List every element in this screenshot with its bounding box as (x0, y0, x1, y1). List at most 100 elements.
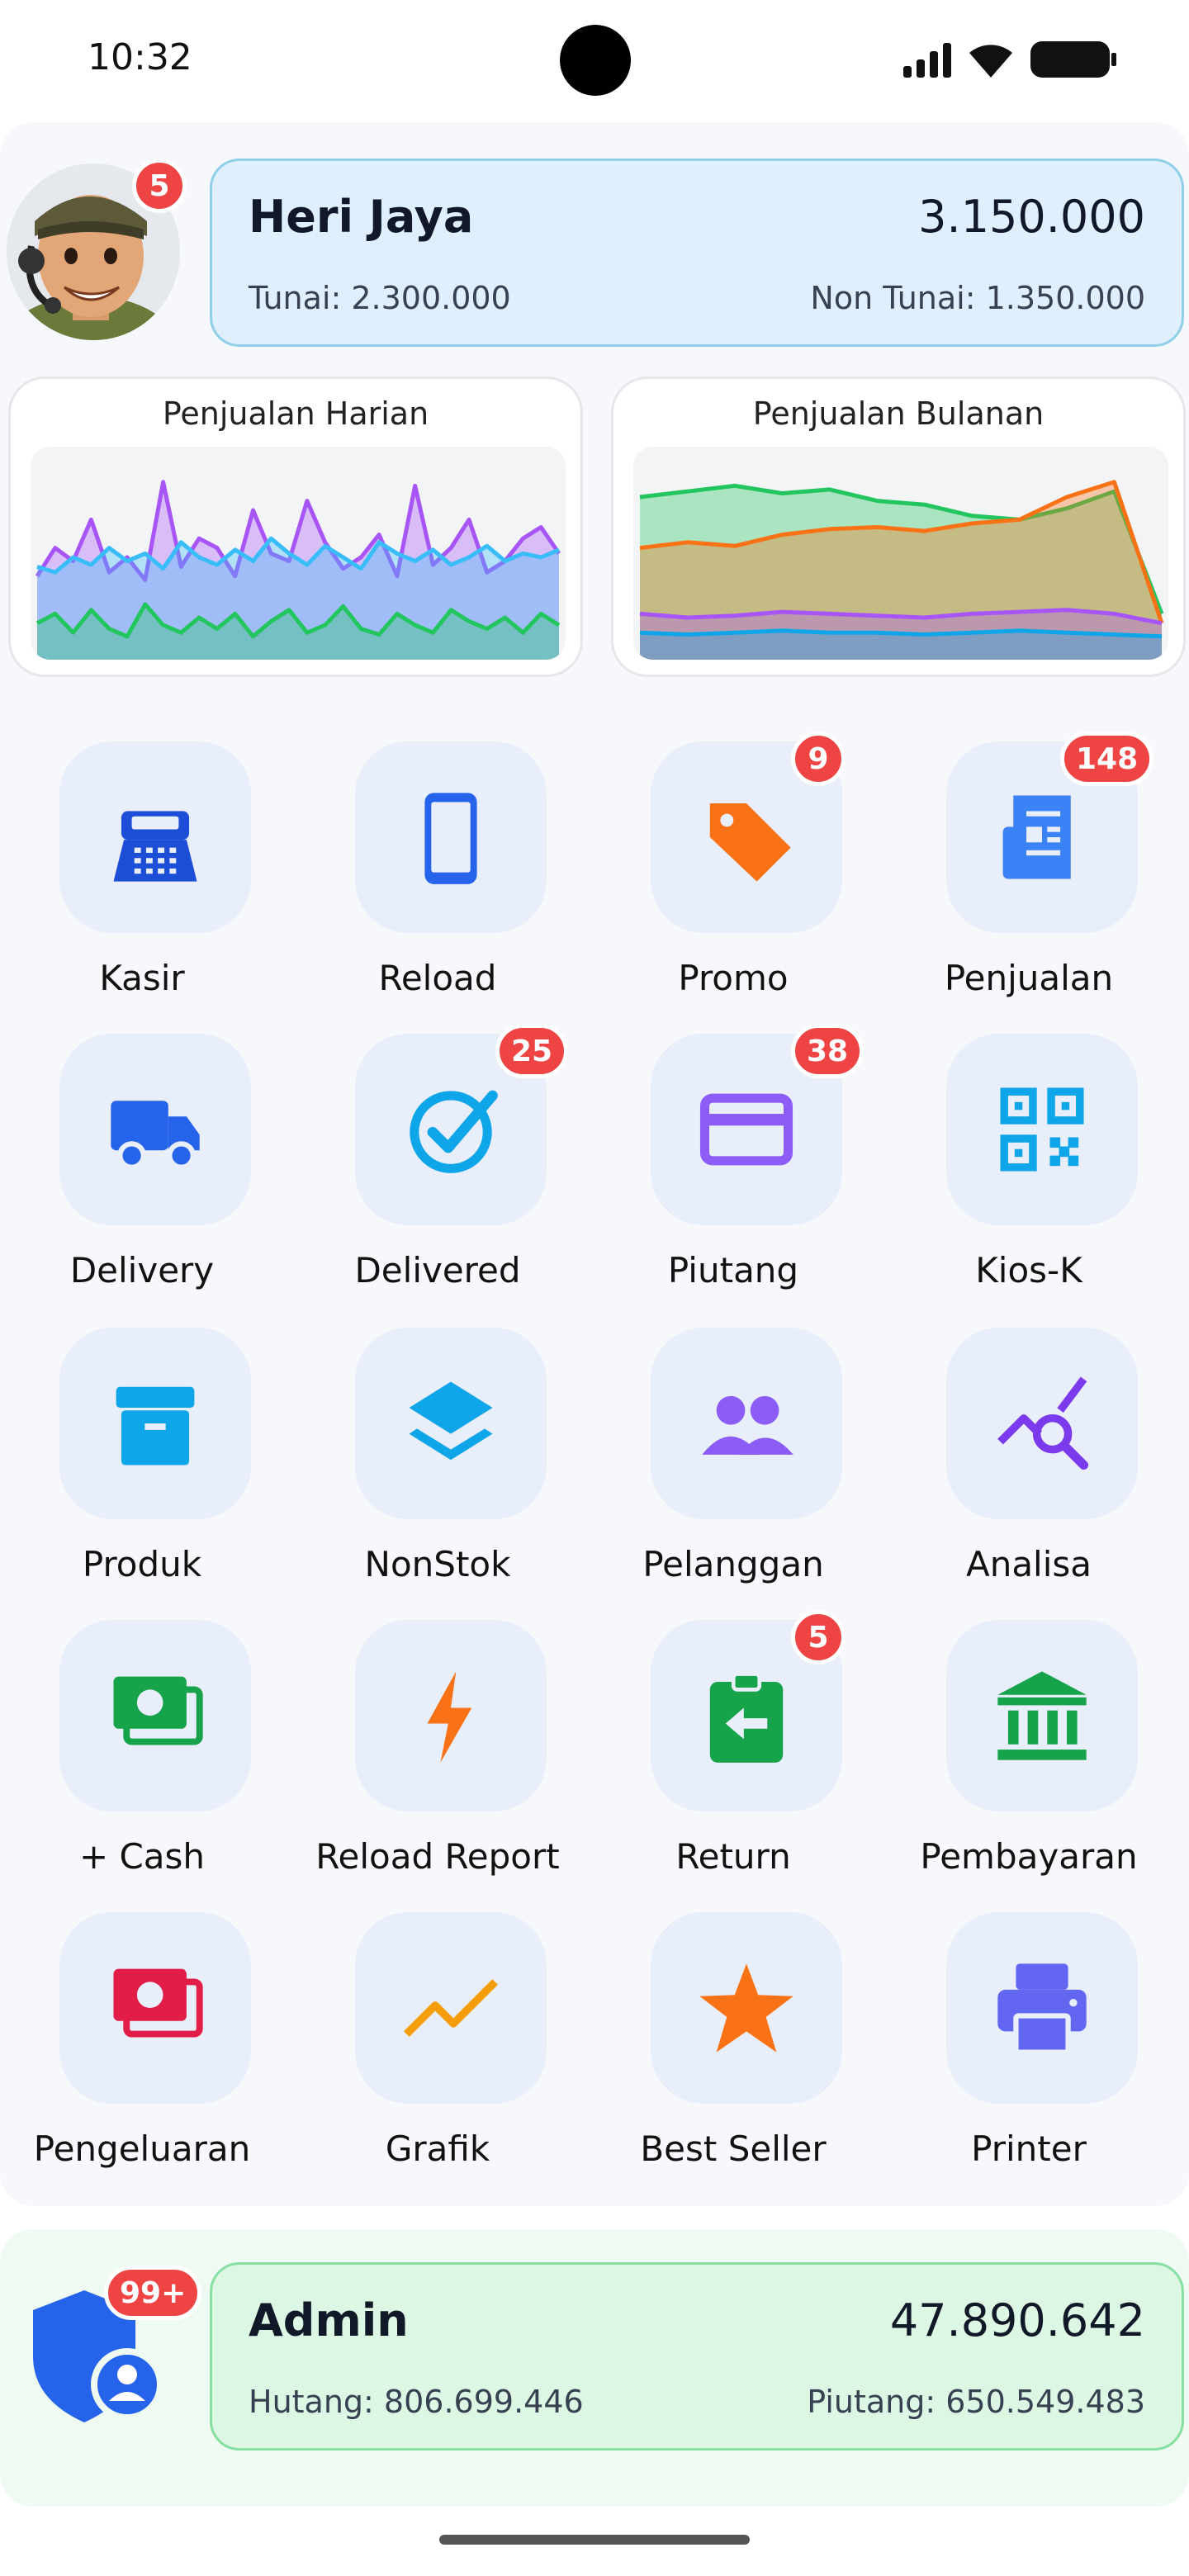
monthly-chart-svg (639, 480, 1164, 660)
battery-icon (1030, 41, 1116, 78)
user-non-tunai: Non Tunai: 1.350.000 (810, 280, 1145, 316)
archive-box-icon (116, 1386, 195, 1466)
bank-icon (997, 1671, 1087, 1760)
status-icons (903, 40, 1116, 79)
menu-item-kasir[interactable]: Kasir (2, 741, 282, 1006)
menu-tile[interactable] (59, 741, 251, 933)
menu-tile[interactable] (946, 1328, 1138, 1519)
monthly-sales-chart[interactable]: Penjualan Bulanan (611, 376, 1186, 677)
menu-label: Delivery (69, 1250, 215, 1290)
user-tunai: Tunai: 2.300.000 (249, 280, 511, 316)
menu-item-printer[interactable]: Printer (888, 1912, 1169, 2176)
menu-item-produk[interactable]: Produk (2, 1328, 282, 1592)
menu-tile[interactable] (946, 1034, 1138, 1225)
menu-item-delivery[interactable]: Delivery (2, 1034, 282, 1298)
credit-card-icon (699, 1093, 793, 1166)
printer-icon (997, 1963, 1087, 2055)
admin-shield-icon[interactable]: 99+ (25, 2266, 202, 2431)
admin-notification-badge: 99+ (104, 2266, 202, 2320)
menu-label: Pembayaran (920, 1836, 1138, 1877)
menu-tile[interactable] (59, 1912, 251, 2104)
layers-icon (409, 1381, 493, 1461)
menu-label: Best Seller (640, 2129, 827, 2169)
menu-label: Piutang (667, 1250, 799, 1290)
menu-label: Kasir (99, 958, 185, 998)
cash-register-icon (113, 811, 197, 882)
menu-tile[interactable] (355, 741, 547, 933)
admin-summary-card[interactable]: Admin 47.890.642 Hutang: 806.699.446 Piu… (210, 2262, 1184, 2451)
menu-item-best-seller[interactable]: Best Seller (593, 1912, 874, 2176)
money-icon (113, 1676, 203, 1745)
menu-item-delivered[interactable]: Delivered 25 (297, 1024, 578, 1298)
menu-item-reload[interactable]: Reload (297, 741, 578, 1006)
wifi-icon (969, 45, 1012, 78)
menu-item-cash[interactable]: + Cash (2, 1620, 282, 1884)
signal-icon (903, 41, 951, 78)
menu-label: Analisa (965, 1544, 1092, 1584)
menu-item-analisa[interactable]: Analisa (888, 1328, 1169, 1592)
qr-code-icon (1000, 1087, 1084, 1172)
menu-label: Pengeluaran (33, 2129, 251, 2169)
user-name: Heri Jaya (249, 191, 474, 243)
menu-item-pembayaran[interactable]: Pembayaran (888, 1620, 1169, 1884)
user-notification-badge: 5 (132, 159, 187, 213)
menu-tile[interactable] (59, 1620, 251, 1811)
monthly-chart-title: Penjualan Bulanan (752, 395, 1045, 432)
menu-item-pengeluaran[interactable]: Pengeluaran (2, 1912, 282, 2176)
menu-item-penjualan[interactable]: Penjualan 148 (888, 732, 1169, 1006)
tag-icon (709, 803, 791, 882)
menu-tile[interactable] (59, 1328, 251, 1519)
menu-item-reload-report[interactable]: Reload Report (297, 1620, 578, 1884)
camera-cutout (560, 25, 631, 96)
home-indicator[interactable] (439, 2535, 750, 2545)
menu-label: Grafik (385, 2129, 490, 2169)
menu-item-nonstok[interactable]: NonStok (297, 1328, 578, 1592)
phone-icon (424, 793, 477, 884)
user-summary-card[interactable]: Heri Jaya 3.150.000 Tunai: 2.300.000 Non… (210, 159, 1184, 347)
admin-piutang: Piutang: 650.549.483 (807, 2384, 1145, 2420)
menu-label: Printer (971, 2129, 1087, 2169)
menu-item-return[interactable]: Return 5 (593, 1610, 874, 1884)
money-out-icon (113, 1968, 203, 2038)
check-circle-icon (410, 1090, 498, 1173)
daily-chart-svg (35, 480, 561, 660)
star-icon (699, 1963, 793, 2053)
menu-label: NonStok (364, 1544, 511, 1584)
menu-label: Produk (82, 1544, 202, 1584)
users-icon (702, 1395, 793, 1455)
menu-tile[interactable] (651, 1328, 842, 1519)
menu-tile[interactable] (355, 1912, 547, 2104)
menu-item-grafik[interactable]: Grafik (297, 1912, 578, 2176)
menu-label: Reload Report (315, 1836, 560, 1877)
menu-tile[interactable] (946, 1620, 1138, 1811)
menu-label: Promo (678, 958, 789, 998)
menu-badge: 25 (495, 1024, 569, 1078)
menu-label: Reload (378, 958, 497, 998)
menu-item-pelanggan[interactable]: Pelanggan (593, 1328, 874, 1592)
menu-tile[interactable] (59, 1034, 251, 1225)
status-bar: 10:32 (0, 0, 1189, 116)
menu-tile[interactable] (651, 1912, 842, 2104)
daily-chart-plot (31, 447, 566, 660)
menu-tile[interactable] (946, 1912, 1138, 2104)
menu-label: Pelanggan (642, 1544, 824, 1584)
user-avatar[interactable]: 5 (7, 159, 187, 340)
status-time: 10:32 (88, 36, 192, 78)
menu-tile[interactable] (355, 1620, 547, 1811)
menu-badge: 5 (791, 1610, 846, 1664)
admin-total: 47.890.642 (889, 2294, 1145, 2346)
admin-name: Admin (249, 2294, 409, 2346)
menu-item-promo[interactable]: Promo 9 (593, 732, 874, 1006)
daily-sales-chart[interactable]: Penjualan Harian (8, 376, 583, 677)
admin-hutang: Hutang: 806.699.446 (249, 2384, 584, 2420)
monthly-chart-plot (633, 447, 1168, 660)
bolt-icon (427, 1671, 472, 1763)
menu-label: Return (675, 1836, 791, 1877)
menu-item-kios-k[interactable]: Kios-K (888, 1034, 1169, 1298)
menu-tile[interactable] (355, 1328, 547, 1519)
return-clipboard-icon (709, 1672, 784, 1763)
menu-label: Delivered (354, 1250, 521, 1290)
user-total: 3.150.000 (918, 191, 1145, 243)
menu-label: + Cash (78, 1836, 206, 1877)
menu-item-piutang[interactable]: Piutang 38 (593, 1024, 874, 1298)
